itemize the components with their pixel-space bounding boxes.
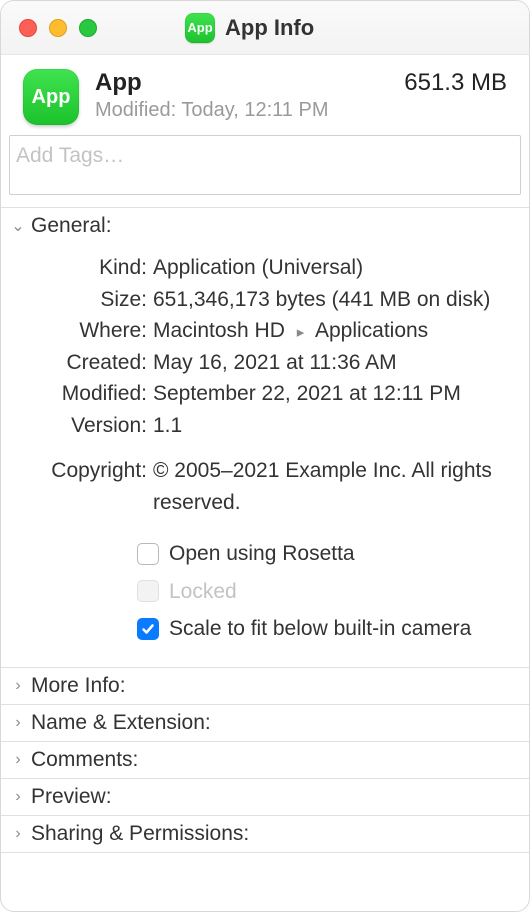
where-root: Macintosh HD (153, 319, 285, 342)
where-value: Macintosh HD ▸ Applications (153, 315, 513, 347)
size-label: Size: (17, 284, 153, 316)
header-modified-label: Modified: (95, 99, 176, 121)
kind-label: Kind: (17, 252, 153, 284)
where-separator-icon: ▸ (297, 324, 305, 341)
header-size: 651.3 MB (404, 69, 507, 97)
modified-label: Modified: (17, 378, 153, 410)
version-label: Version: (17, 410, 153, 442)
where-folder: Applications (315, 319, 428, 342)
section-sharing-title: Sharing & Permissions: (31, 822, 249, 846)
version-value: 1.1 (153, 410, 513, 442)
section-general-header[interactable]: ⌄ General: (1, 208, 529, 244)
title-area: App App Info (185, 13, 314, 43)
tags-input[interactable] (9, 135, 521, 195)
header-modified: Modified: Today, 12:11 PM (95, 99, 388, 122)
locked-row: Locked (17, 576, 513, 608)
section-comments-title: Comments: (31, 748, 138, 772)
titlebar: App App Info (1, 1, 529, 55)
section-name-ext-title: Name & Extension: (31, 711, 211, 735)
locked-label: Locked (169, 576, 237, 608)
modified-value: September 22, 2021 at 12:11 PM (153, 378, 513, 410)
chevron-right-icon: › (11, 751, 25, 769)
traffic-lights (19, 19, 97, 37)
locked-checkbox (137, 580, 159, 602)
rosetta-label: Open using Rosetta (169, 538, 355, 570)
close-button[interactable] (19, 19, 37, 37)
copyright-value: © 2005–2021 Example Inc. All rights rese… (153, 455, 513, 518)
app-name: App (95, 69, 388, 97)
section-preview: › Preview: (1, 778, 529, 815)
section-more-info-title: More Info: (31, 674, 126, 698)
created-label: Created: (17, 347, 153, 379)
minimize-button[interactable] (49, 19, 67, 37)
info-window: App App Info App App Modified: Today, 12… (0, 0, 530, 912)
sections: ⌄ General: Kind: Application (Universal)… (1, 207, 529, 911)
scale-checkbox[interactable] (137, 618, 159, 640)
section-sharing-header[interactable]: › Sharing & Permissions: (1, 816, 529, 852)
chevron-right-icon: › (11, 788, 25, 806)
section-name-ext: › Name & Extension: (1, 704, 529, 741)
copyright-label: Copyright: (17, 455, 153, 518)
header-meta: App Modified: Today, 12:11 PM (95, 69, 388, 122)
chevron-right-icon: › (11, 825, 25, 843)
section-preview-title: Preview: (31, 785, 112, 809)
section-general-title: General: (31, 214, 112, 238)
window-title: App Info (225, 15, 314, 41)
section-name-ext-header[interactable]: › Name & Extension: (1, 705, 529, 741)
tags-field-wrap (9, 135, 521, 195)
app-icon: App (185, 13, 215, 43)
rosetta-checkbox[interactable] (137, 543, 159, 565)
section-general-body: Kind: Application (Universal) Size: 651,… (1, 244, 529, 667)
header-modified-value: Today, 12:11 PM (181, 99, 328, 121)
scale-row: Scale to fit below built-in camera (17, 613, 513, 645)
header: App App Modified: Today, 12:11 PM 651.3 … (1, 55, 529, 135)
where-label: Where: (17, 315, 153, 347)
chevron-right-icon: › (11, 677, 25, 695)
section-more-info-header[interactable]: › More Info: (1, 668, 529, 704)
app-icon-large: App (23, 69, 79, 125)
chevron-right-icon: › (11, 714, 25, 732)
zoom-button[interactable] (79, 19, 97, 37)
section-comments: › Comments: (1, 741, 529, 778)
section-more-info: › More Info: (1, 667, 529, 704)
size-value: 651,346,173 bytes (441 MB on disk) (153, 284, 513, 316)
section-preview-header[interactable]: › Preview: (1, 779, 529, 815)
rosetta-row: Open using Rosetta (17, 538, 513, 570)
scale-label: Scale to fit below built-in camera (169, 613, 471, 645)
created-value: May 16, 2021 at 11:36 AM (153, 347, 513, 379)
section-comments-header[interactable]: › Comments: (1, 742, 529, 778)
kind-value: Application (Universal) (153, 252, 513, 284)
section-sharing: › Sharing & Permissions: (1, 815, 529, 853)
chevron-down-icon: ⌄ (11, 216, 25, 236)
section-general: ⌄ General: Kind: Application (Universal)… (1, 207, 529, 667)
